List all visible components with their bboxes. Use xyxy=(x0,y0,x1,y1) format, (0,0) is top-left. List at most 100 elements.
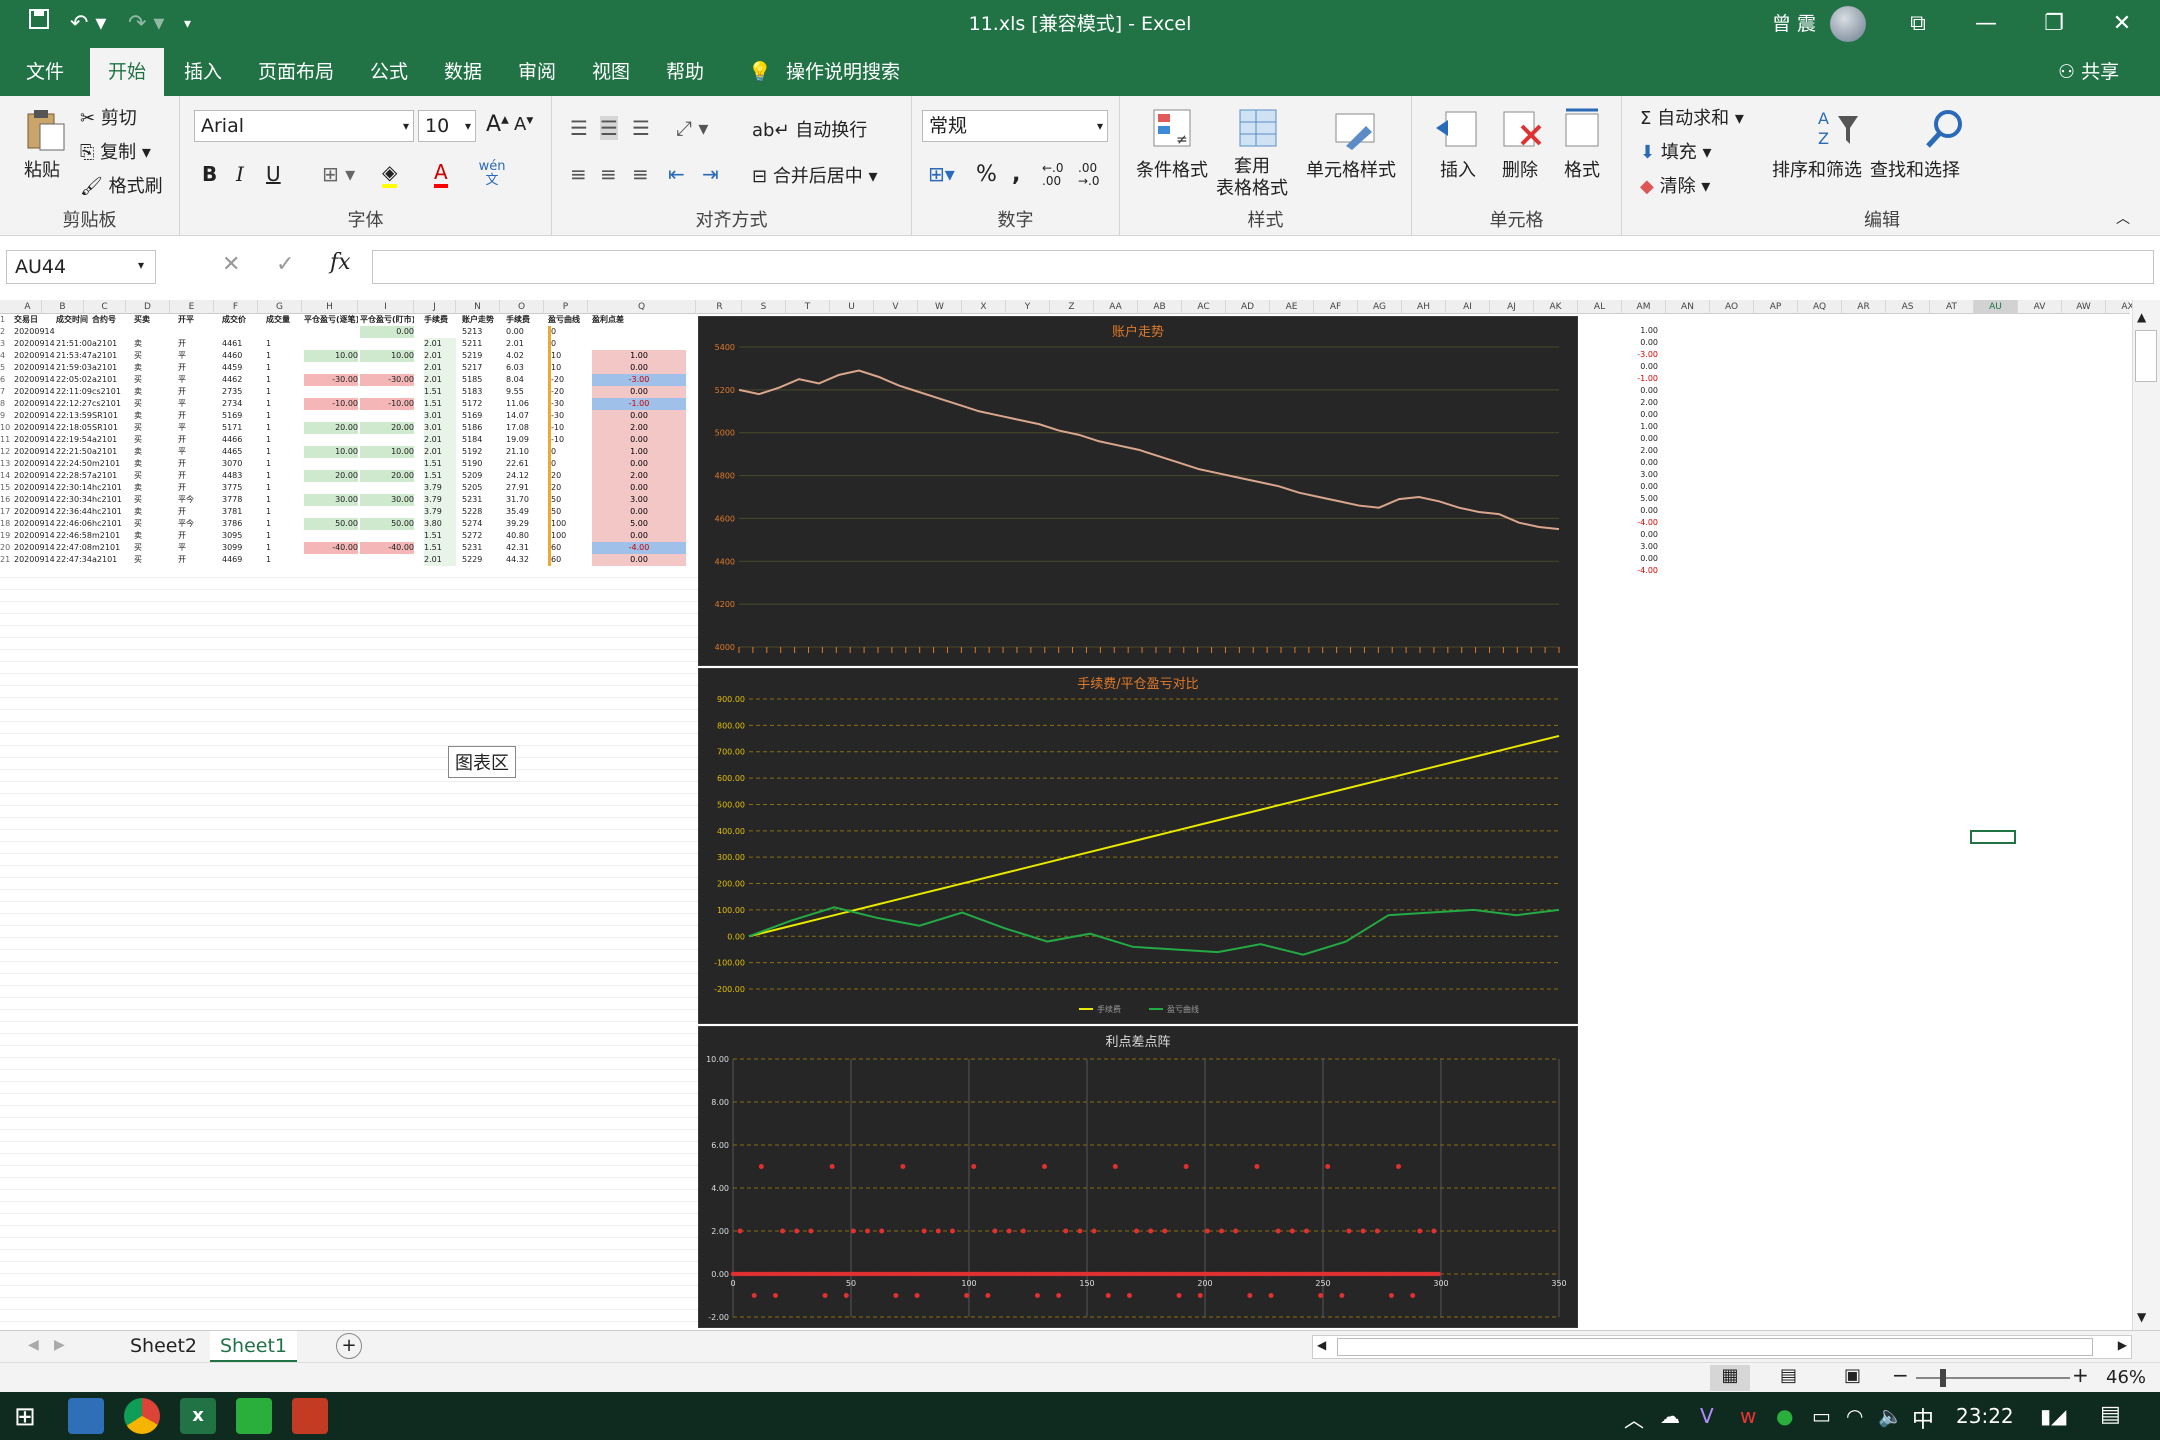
zoom-out-icon[interactable]: − xyxy=(1892,1363,1909,1387)
cell[interactable]: 2735 xyxy=(222,386,256,398)
cell[interactable]: 买 xyxy=(134,542,168,554)
cell[interactable]: 1 xyxy=(266,458,300,470)
cell[interactable]: 开 xyxy=(178,530,212,542)
cell[interactable]: 10 xyxy=(548,362,588,374)
scroll-left-icon[interactable]: ◀ xyxy=(1317,1338,1326,1352)
fill-color-icon[interactable]: ◈ xyxy=(382,160,398,188)
paste-icon[interactable] xyxy=(22,108,68,154)
empty-row[interactable] xyxy=(0,734,700,746)
cell[interactable]: 0.00 xyxy=(1614,386,1658,395)
row-number[interactable]: 18 xyxy=(0,518,12,530)
column-header[interactable]: AE xyxy=(1270,300,1314,314)
cell[interactable]: 20200914 xyxy=(14,518,56,530)
cell[interactable]: 合约号 xyxy=(92,314,132,326)
cell[interactable]: 手续费 xyxy=(424,314,456,326)
windows-start-icon[interactable]: ⊞ xyxy=(14,1402,36,1432)
border-icon[interactable]: ⊞ ▾ xyxy=(322,162,355,186)
cell[interactable]: 2.01 xyxy=(424,362,456,374)
row-number[interactable]: 20 xyxy=(0,542,12,554)
cell[interactable]: 买 xyxy=(134,494,168,506)
cell[interactable]: 0 xyxy=(548,326,588,338)
cell[interactable]: 20200914 xyxy=(14,410,56,422)
zoom-in-icon[interactable]: + xyxy=(2072,1363,2089,1387)
format-button[interactable]: 格式 xyxy=(1564,156,1600,182)
empty-row[interactable] xyxy=(0,1106,700,1118)
column-header[interactable]: AQ xyxy=(1798,300,1842,314)
empty-row[interactable] xyxy=(0,1178,700,1190)
cell[interactable]: 1 xyxy=(266,386,300,398)
wrap-text-button[interactable]: ab↵ 自动换行 xyxy=(752,116,867,142)
cell[interactable]: 21:59:03 xyxy=(56,362,92,374)
cell[interactable]: 交易日 xyxy=(14,314,56,326)
tab-insert[interactable]: 插入 xyxy=(166,48,240,96)
empty-row[interactable] xyxy=(0,938,700,950)
cell[interactable]: 开平 xyxy=(178,314,212,326)
cell[interactable]: 21:53:47 xyxy=(56,350,92,362)
format-as-table-button[interactable]: 套用 表格格式 xyxy=(1216,156,1288,200)
cell[interactable]: 0.00 xyxy=(592,434,686,446)
row-number[interactable]: 21 xyxy=(0,554,12,566)
cloud-icon[interactable]: ☁ xyxy=(1660,1404,1680,1428)
empty-row[interactable] xyxy=(0,1094,700,1106)
empty-row[interactable] xyxy=(0,1154,700,1166)
cell[interactable]: 22:19:54 xyxy=(56,434,92,446)
phonetic-guide-icon[interactable]: wén 文 xyxy=(478,160,506,188)
cell[interactable]: 17.08 xyxy=(506,422,542,434)
cell[interactable]: hc2101 xyxy=(92,518,132,530)
cell[interactable]: 卖 xyxy=(134,458,168,470)
column-header[interactable]: AF xyxy=(1314,300,1358,314)
column-header[interactable]: AP xyxy=(1754,300,1798,314)
cell[interactable]: 1 xyxy=(266,434,300,446)
empty-row[interactable] xyxy=(0,890,700,902)
row-number[interactable]: 6 xyxy=(0,374,12,386)
row-number[interactable]: 2 xyxy=(0,326,12,338)
cell-styles-button[interactable]: 单元格样式 xyxy=(1306,156,1396,182)
cell[interactable]: 0.00 xyxy=(1614,506,1658,515)
column-header[interactable]: AT xyxy=(1930,300,1974,314)
insert-button[interactable]: 插入 xyxy=(1440,156,1476,182)
selected-cell-AU44[interactable] xyxy=(1970,830,2016,844)
wifi-icon[interactable]: ◠ xyxy=(1846,1404,1863,1428)
cell[interactable]: 开 xyxy=(178,482,212,494)
empty-row[interactable] xyxy=(0,674,700,686)
share-button[interactable]: ⚇ 共享 xyxy=(2040,48,2137,96)
cell[interactable]: 开 xyxy=(178,434,212,446)
cell[interactable]: 20 xyxy=(548,482,588,494)
cell[interactable]: 1.51 xyxy=(424,398,456,410)
cell[interactable]: 5219 xyxy=(462,350,498,362)
empty-row[interactable] xyxy=(0,1070,700,1082)
empty-row[interactable] xyxy=(0,794,700,806)
cell[interactable]: 24.12 xyxy=(506,470,542,482)
cell[interactable]: a2101 xyxy=(92,350,132,362)
empty-row[interactable] xyxy=(0,638,700,650)
cell[interactable]: 买 xyxy=(134,350,168,362)
cell[interactable]: 22:13:59 xyxy=(56,410,92,422)
align-right-icon[interactable]: ≡ xyxy=(632,162,649,186)
cell[interactable]: 卖 xyxy=(134,410,168,422)
cell[interactable]: 20200914 xyxy=(14,326,56,338)
cell[interactable]: 0.00 xyxy=(360,326,414,338)
column-header[interactable]: F xyxy=(214,300,258,314)
empty-row[interactable] xyxy=(0,902,700,914)
row-number[interactable]: 3 xyxy=(0,338,12,350)
column-header[interactable]: AW xyxy=(2062,300,2106,314)
cell[interactable]: 5228 xyxy=(462,506,498,518)
row-number[interactable]: 5 xyxy=(0,362,12,374)
cell[interactable]: 3.79 xyxy=(424,482,456,494)
column-header[interactable]: U xyxy=(830,300,874,314)
cell[interactable]: 5209 xyxy=(462,470,498,482)
font-size-select[interactable]: 10 ▾ xyxy=(418,110,476,142)
empty-row[interactable] xyxy=(0,722,700,734)
cell[interactable]: 22:28:57 xyxy=(56,470,92,482)
column-header[interactable]: C xyxy=(84,300,126,314)
cell[interactable]: 1.51 xyxy=(424,458,456,470)
column-header[interactable]: AS xyxy=(1886,300,1930,314)
cell[interactable]: 成交量 xyxy=(266,314,300,326)
cell[interactable]: 22:46:06 xyxy=(56,518,92,530)
empty-row[interactable] xyxy=(0,986,700,998)
cell[interactable]: 3.01 xyxy=(424,410,456,422)
empty-row[interactable] xyxy=(0,566,700,578)
cell[interactable]: 2.00 xyxy=(1614,446,1658,455)
cell[interactable]: 20 xyxy=(548,470,588,482)
cell[interactable]: 1 xyxy=(266,362,300,374)
